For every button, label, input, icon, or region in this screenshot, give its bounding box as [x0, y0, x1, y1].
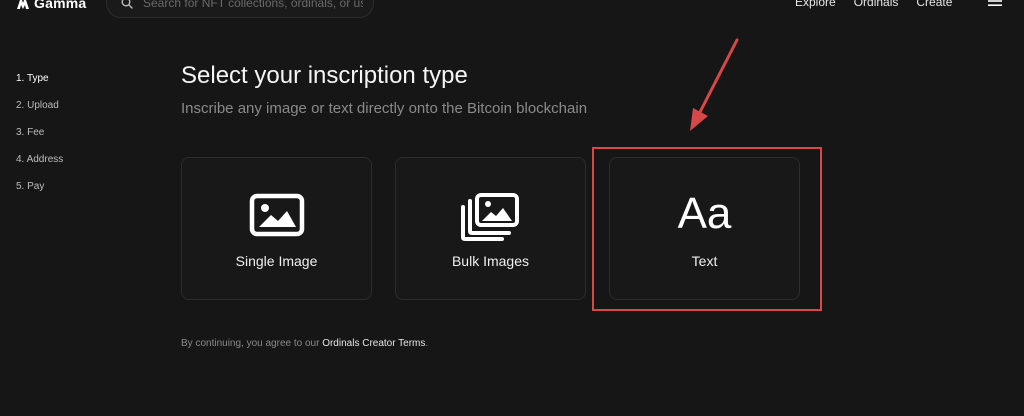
nav-ordinals[interactable]: Ordinals: [854, 0, 899, 9]
nav-explore[interactable]: Explore: [795, 0, 836, 9]
brand-name: Gamma: [34, 0, 87, 11]
text-card[interactable]: Aa Text: [609, 157, 800, 300]
terms-link[interactable]: Ordinals Creator Terms: [322, 338, 425, 349]
terms-suffix: .: [425, 338, 429, 349]
nav-create[interactable]: Create: [916, 0, 952, 9]
text-aa-icon: Aa: [677, 189, 732, 238]
brand-logo[interactable]: Gamma: [16, 0, 86, 11]
bulk-images-label: Bulk Images: [451, 253, 530, 269]
single-image-card[interactable]: Single Image: [181, 157, 372, 300]
text-label: Text: [691, 253, 718, 269]
step-pay[interactable]: 5. Pay: [16, 182, 63, 192]
step-address[interactable]: 4. Address: [16, 155, 63, 165]
terms-note: By continuing, you agree to our Ordinals…: [181, 338, 428, 349]
search-icon: [121, 0, 133, 9]
page-title: Select your inscription type: [181, 62, 468, 89]
terms-prefix: By continuing, you agree to our: [181, 338, 323, 349]
step-upload[interactable]: 2. Upload: [16, 101, 63, 111]
hamburger-menu-icon[interactable]: [988, 0, 1002, 7]
search-bar[interactable]: [106, 0, 374, 18]
inscribe-page: Gamma Explore Ordinals Create 1. Type 2.…: [0, 0, 1024, 416]
step-fee[interactable]: 3. Fee: [16, 128, 63, 138]
single-image-label: Single Image: [235, 253, 318, 269]
gamma-logo-icon: [17, 0, 29, 9]
image-icon: [249, 193, 304, 237]
steps-list: 1. Type 2. Upload 3. Fee 4. Address 5. P…: [16, 74, 63, 209]
page-subtitle: Inscribe any image or text directly onto…: [181, 100, 588, 117]
images-stack-icon: [460, 193, 519, 241]
step-type[interactable]: 1. Type: [16, 74, 63, 84]
bulk-images-card[interactable]: Bulk Images: [395, 157, 586, 300]
search-input[interactable]: [143, 0, 363, 10]
top-nav: Explore Ordinals Create: [795, 0, 952, 9]
top-bar: Gamma Explore Ordinals Create: [0, 0, 1024, 18]
